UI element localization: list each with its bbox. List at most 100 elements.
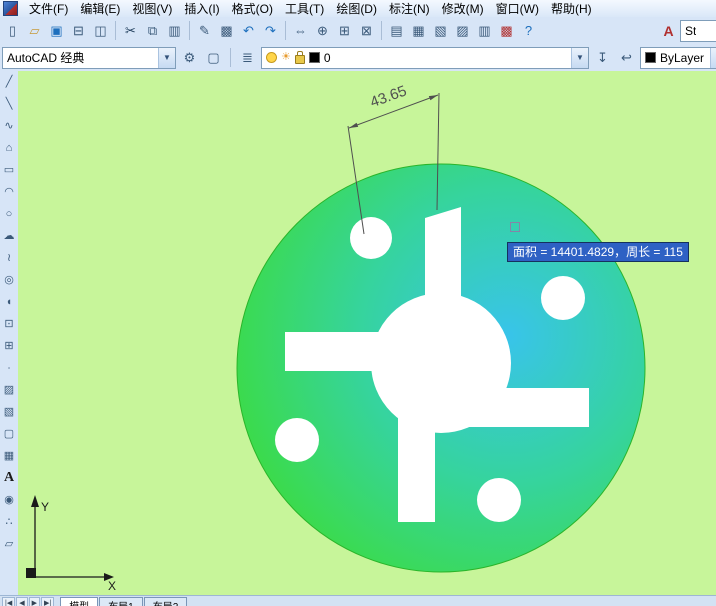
region-button[interactable]: ▢ [1, 426, 17, 442]
next-tab-icon[interactable]: ▶ [29, 597, 40, 606]
copy-button[interactable]: ⧉ [142, 20, 163, 41]
gradient-icon: ▧ [4, 407, 14, 418]
block-editor-button[interactable]: ▩ [216, 20, 237, 41]
zoom-window-button[interactable]: ⊞ [334, 20, 355, 41]
menu-dimension[interactable]: 标注(N) [383, 0, 436, 18]
open-file-button[interactable]: ▱ [24, 20, 45, 41]
bolt-hole-left[interactable] [275, 418, 319, 462]
text-style-button[interactable]: A [658, 20, 679, 41]
menu-modify[interactable]: 修改(M) [436, 0, 490, 18]
new-file-button[interactable]: ▯ [2, 20, 23, 41]
polyline-button[interactable]: ∿ [1, 118, 17, 134]
zoom-realtime-button[interactable]: ⊕ [312, 20, 333, 41]
top-slot-cutout[interactable] [425, 207, 461, 367]
redo-arrow-icon: ↷ [265, 24, 276, 37]
last-tab-icon[interactable]: ▶| [41, 597, 54, 606]
hatch-button[interactable]: ▨ [1, 382, 17, 398]
make-object-layer-current-button[interactable]: ↧ [592, 47, 613, 68]
menu-draw[interactable]: 绘图(D) [330, 0, 383, 18]
layer-previous-button[interactable]: ↩ [616, 47, 637, 68]
quickcalc-button[interactable]: ▩ [496, 20, 517, 41]
previous-tab-icon[interactable]: ◀ [16, 597, 27, 606]
rectangle-button[interactable]: ▭ [1, 162, 17, 178]
paste-button[interactable]: ▥ [164, 20, 185, 41]
multiline-text-button[interactable]: A [1, 470, 17, 486]
menu-format[interactable]: 格式(O) [226, 0, 279, 18]
layer-properties-manager-button[interactable]: ≣ [237, 47, 258, 68]
application-icon[interactable] [3, 1, 18, 16]
insert-block-button[interactable]: ⊡ [1, 316, 17, 332]
clipboard-icon: ▥ [168, 24, 180, 37]
plot-preview-button[interactable]: ◫ [90, 20, 111, 41]
wipeout-button[interactable]: ▱ [1, 536, 17, 552]
line-icon: ╱ [6, 77, 13, 88]
block-editor-icon: ▩ [220, 24, 232, 37]
toolbar-separator [285, 21, 286, 40]
ellipse-arc-button[interactable]: ◖ [1, 294, 17, 310]
line-button[interactable]: ╱ [1, 74, 17, 90]
gradient-button[interactable]: ▧ [1, 404, 17, 420]
menu-file[interactable]: 文件(F) [23, 0, 74, 18]
chevron-down-icon[interactable]: ▼ [571, 48, 588, 68]
markup-set-manager-button[interactable]: ▥ [474, 20, 495, 41]
layout-tab-bar: |◀ ◀ ▶ ▶| 模型 布局1 布局2 [0, 595, 716, 606]
match-properties-button[interactable]: ✎ [194, 20, 215, 41]
donut-button[interactable]: ◉ [1, 492, 17, 508]
bolt-hole-right[interactable] [541, 276, 585, 320]
undo-button[interactable]: ↶ [238, 20, 259, 41]
bottom-slot-cutout[interactable] [398, 361, 435, 522]
text-style-icon: A [663, 24, 673, 38]
pan-button[interactable]: ⇔ [290, 20, 311, 41]
menu-window[interactable]: 窗口(W) [490, 0, 545, 18]
zoom-previous-button[interactable]: ⊠ [356, 20, 377, 41]
plot-button[interactable]: ⊟ [68, 20, 89, 41]
tab-model[interactable]: 模型 [60, 597, 98, 606]
arc-button[interactable]: ◠ [1, 184, 17, 200]
drawing-canvas[interactable]: 43.65 Y X 面积 = 14401.4829，周长 = 115 [18, 71, 716, 595]
ellipse-button[interactable]: ◎ [1, 272, 17, 288]
save-button[interactable]: ▣ [46, 20, 67, 41]
menu-insert[interactable]: 插入(I) [178, 0, 225, 18]
current-color-swatch [645, 52, 656, 63]
tab-layout2[interactable]: 布局2 [144, 597, 188, 606]
properties-button[interactable]: ▤ [386, 20, 407, 41]
circle-button[interactable]: ○ [1, 206, 17, 222]
menu-view[interactable]: 视图(V) [126, 0, 178, 18]
sheet-set-manager-button[interactable]: ▨ [452, 20, 473, 41]
sun-icon[interactable]: ☀ [281, 52, 291, 63]
tool-palettes-button[interactable]: ▧ [430, 20, 451, 41]
revision-cloud-button[interactable]: ☁ [1, 228, 17, 244]
table-button[interactable]: ▦ [1, 448, 17, 464]
divide-button[interactable]: ∴ [1, 514, 17, 530]
menu-help[interactable]: 帮助(H) [545, 0, 598, 18]
construction-line-button[interactable]: ╲ [1, 96, 17, 112]
bolt-hole-bottom[interactable] [477, 478, 521, 522]
workspace-combo[interactable]: AutoCAD 经典 ▼ [2, 47, 176, 69]
right-slot-cutout[interactable] [441, 388, 589, 427]
cut-button[interactable]: ✂ [120, 20, 141, 41]
workspace-settings-button[interactable]: ⚙ [179, 47, 200, 68]
bulb-on-icon[interactable] [266, 52, 277, 63]
bolt-hole-top-left[interactable] [350, 217, 392, 259]
save-workspace-button[interactable]: ▢ [203, 47, 224, 68]
chevron-down-icon[interactable]: ▼ [158, 48, 175, 68]
donut-icon: ◉ [4, 495, 14, 506]
first-tab-icon[interactable]: |◀ [2, 597, 15, 606]
menu-tools[interactable]: 工具(T) [279, 0, 330, 18]
menu-edit[interactable]: 编辑(E) [74, 0, 126, 18]
tab-layout1[interactable]: 布局1 [99, 597, 143, 606]
make-block-button[interactable]: ⊞ [1, 338, 17, 354]
polygon-button[interactable]: ⌂ [1, 140, 17, 156]
standard-toolbar: ▯ ▱ ▣ ⊟ ◫ ✂ ⧉ ▥ ✎ ▩ ↶ ↷ ⇔ ⊕ ⊞ ⊠ ▤ ▦ ▧ ▨ … [0, 17, 716, 45]
designcenter-button[interactable]: ▦ [408, 20, 429, 41]
chevron-down-icon[interactable]: ▼ [710, 48, 716, 68]
layer-combo[interactable]: ☀ 0 ▼ [261, 47, 589, 69]
text-style-combo[interactable]: St ▼ [680, 20, 716, 42]
lock-icon[interactable] [295, 55, 305, 64]
flange-part[interactable] [237, 164, 645, 572]
spline-button[interactable]: ≀ [1, 250, 17, 266]
redo-button[interactable]: ↷ [260, 20, 281, 41]
point-button[interactable]: ∙ [1, 360, 17, 376]
color-control-combo[interactable]: ByLayer ▼ [640, 47, 716, 69]
help-button[interactable]: ? [518, 20, 539, 41]
